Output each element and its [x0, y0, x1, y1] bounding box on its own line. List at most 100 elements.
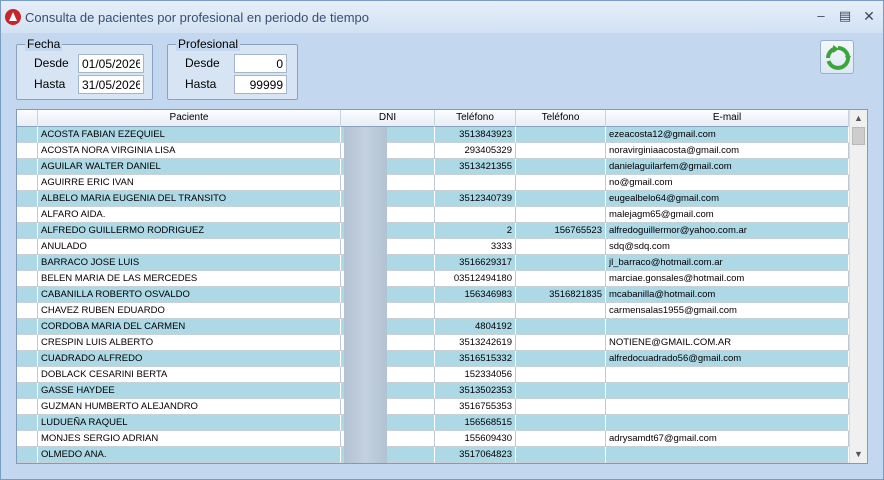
header-dni[interactable]: DNI [341, 110, 435, 127]
cell-paciente: AGUIRRE ERIC IVAN [38, 175, 341, 191]
cell-email: noravirginiaacosta@gmail.com [606, 143, 849, 159]
cell-email: eugealbelo64@gmail.com [606, 191, 849, 207]
header-telefono-1[interactable]: Teléfono [435, 110, 516, 127]
table-row[interactable]: ACOSTA FABIAN EZEQUIEL 3513843923 ezeacost… [17, 127, 849, 143]
table-row[interactable]: CRESPIN LUIS ALBERTO 3513242619 NOTIENE@GM… [17, 335, 849, 351]
table-row[interactable]: LUDUEÑA RAQUEL 156568515 [17, 415, 849, 431]
cell-tel2 [516, 415, 606, 431]
row-selector[interactable] [17, 351, 38, 367]
table-row[interactable]: AGUILAR WALTER DANIEL 3513421355 danielagu… [17, 159, 849, 175]
row-selector[interactable] [17, 447, 38, 463]
cell-paciente: BELEN MARIA DE LAS MERCEDES [38, 271, 341, 287]
table-row[interactable]: ACOSTA NORA VIRGINIA LISA 293405329 noravi… [17, 143, 849, 159]
cell-paciente: GASSE HAYDEE [38, 383, 341, 399]
table-row[interactable]: MONJES SERGIO ADRIAN 155609430 adrysamdt67… [17, 431, 849, 447]
row-selector[interactable] [17, 127, 38, 143]
table-row[interactable]: DOBLACK CESARINI BERTA 152334056 [17, 367, 849, 383]
table-row[interactable]: CUADRADO ALFREDO 3516515332 alfredocuadrad… [17, 351, 849, 367]
cell-tel1: 152334056 [435, 367, 516, 383]
cell-email: ezeacosta12@gmail.com [606, 127, 849, 143]
row-selector[interactable] [17, 303, 38, 319]
table-row[interactable]: GASSE HAYDEE 3513502353 [17, 383, 849, 399]
table-row[interactable]: CHAVEZ RUBEN EDUARDO carmensalas1955@gmai… [17, 303, 849, 319]
cell-paciente: ALFREDO GUILLERMO RODRIGUEZ [38, 223, 341, 239]
row-selector[interactable] [17, 415, 38, 431]
row-selector[interactable] [17, 271, 38, 287]
row-selector[interactable] [17, 159, 38, 175]
row-selector[interactable] [17, 223, 38, 239]
cell-tel2 [516, 351, 606, 367]
row-selector[interactable] [17, 255, 38, 271]
vertical-scrollbar[interactable]: ▲ ▼ [849, 110, 867, 463]
minimize-icon[interactable]: – [810, 7, 832, 25]
cell-tel1: 03512494180 [435, 271, 516, 287]
fecha-desde-input[interactable] [78, 54, 144, 73]
row-selector[interactable] [17, 175, 38, 191]
title-bar[interactable]: Consulta de pacientes por profesional en… [1, 1, 883, 33]
cell-tel2 [516, 383, 606, 399]
cell-paciente: LUDUEÑA RAQUEL [38, 415, 341, 431]
row-selector[interactable] [17, 207, 38, 223]
row-selector[interactable] [17, 399, 38, 415]
row-selector[interactable] [17, 287, 38, 303]
table-row[interactable]: ANULADO 3333 sdq@sdq.com [17, 239, 849, 255]
maximize-icon[interactable]: ▤ [834, 7, 856, 25]
cell-tel2 [516, 175, 606, 191]
cell-tel1: 2 [435, 223, 516, 239]
row-selector[interactable] [17, 431, 38, 447]
table-row[interactable]: AGUIRRE ERIC IVAN no@gmail.com [17, 175, 849, 191]
cell-paciente: CRESPIN LUIS ALBERTO [38, 335, 341, 351]
cell-tel1: 4804192 [435, 319, 516, 335]
cell-tel2 [516, 191, 606, 207]
cell-email: NOTIENE@GMAIL.COM.AR [606, 335, 849, 351]
row-selector[interactable] [17, 191, 38, 207]
cell-email [606, 415, 849, 431]
patients-grid[interactable]: Paciente DNI Teléfono Teléfono E-mail AC… [16, 109, 868, 464]
table-row[interactable]: ALBELO MARIA EUGENIA DEL TRANSITO 3512340… [17, 191, 849, 207]
table-row[interactable]: OLMEDO ANA. 3517064823 [17, 447, 849, 463]
refresh-button[interactable] [820, 40, 854, 74]
window-title: Consulta de pacientes por profesional en… [25, 10, 370, 25]
cell-tel2 [516, 239, 606, 255]
cell-tel2 [516, 367, 606, 383]
chevron-down-icon[interactable]: ▼ [850, 446, 867, 463]
cell-tel2 [516, 399, 606, 415]
grid-header: Paciente DNI Teléfono Teléfono E-mail [17, 110, 849, 127]
table-row[interactable]: BELEN MARIA DE LAS MERCEDES 03512494180 ma… [17, 271, 849, 287]
dni-redacted-column [344, 127, 387, 463]
table-row[interactable]: CABANILLA ROBERTO OSVALDO 156346983 351682… [17, 287, 849, 303]
table-row[interactable]: BARRACO JOSE LUIS 3516629317 jl_barraco@ho… [17, 255, 849, 271]
row-selector[interactable] [17, 239, 38, 255]
cell-tel2 [516, 143, 606, 159]
cell-tel1: 3512340739 [435, 191, 516, 207]
profesional-hasta-label: Hasta [185, 77, 217, 91]
table-row[interactable]: CORDOBA MARIA DEL CARMEN 4804192 [17, 319, 849, 335]
row-selector[interactable] [17, 367, 38, 383]
profesional-desde-input[interactable] [234, 54, 287, 73]
header-paciente[interactable]: Paciente [38, 110, 341, 127]
header-telefono-2[interactable]: Teléfono [516, 110, 606, 127]
fecha-hasta-label: Hasta [34, 77, 66, 91]
chevron-up-icon[interactable]: ▲ [850, 110, 867, 127]
close-icon[interactable]: ✕ [858, 7, 880, 25]
scrollbar-thumb[interactable] [852, 127, 865, 145]
header-email[interactable]: E-mail [606, 110, 849, 127]
table-row[interactable]: ALFARO AIDA. malejagm65@gmail.com [17, 207, 849, 223]
table-row[interactable]: GUZMAN HUMBERTO ALEJANDRO 3516755353 [17, 399, 849, 415]
profesional-hasta-input[interactable] [234, 75, 287, 94]
row-selector[interactable] [17, 335, 38, 351]
cell-paciente: ALBELO MARIA EUGENIA DEL TRANSITO [38, 191, 341, 207]
table-row[interactable]: ALFREDO GUILLERMO RODRIGUEZ 2 156765523 alf… [17, 223, 849, 239]
cell-paciente: BARRACO JOSE LUIS [38, 255, 341, 271]
profesional-desde-label: Desde [185, 56, 220, 70]
cell-tel2: 3516821835 [516, 287, 606, 303]
row-selector[interactable] [17, 319, 38, 335]
cell-paciente: CABANILLA ROBERTO OSVALDO [38, 287, 341, 303]
cell-tel1: 3513843923 [435, 127, 516, 143]
row-selector[interactable] [17, 383, 38, 399]
cell-paciente: AGUILAR WALTER DANIEL [38, 159, 341, 175]
fecha-hasta-input[interactable] [78, 75, 144, 94]
cell-email: jl_barraco@hotmail.com.ar [606, 255, 849, 271]
cell-email: danielaguilarfem@gmail.com [606, 159, 849, 175]
row-selector[interactable] [17, 143, 38, 159]
